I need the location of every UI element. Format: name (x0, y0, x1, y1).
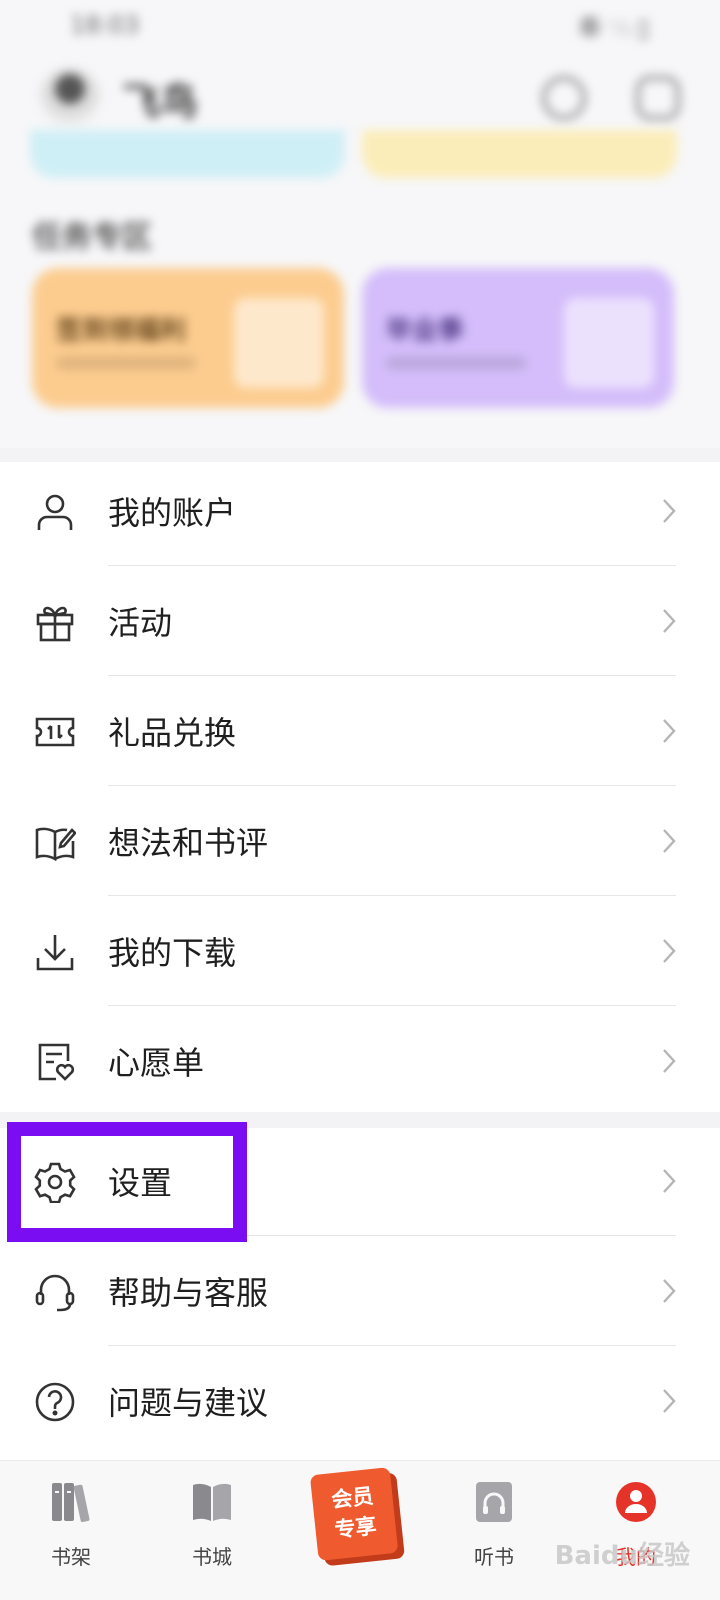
bookshelf-icon (52, 1483, 90, 1523)
nav-label: 书架 (51, 1545, 91, 1569)
menu-item-label: 我的下载 (108, 934, 237, 972)
banner-card-blue[interactable] (30, 130, 345, 178)
user-name[interactable]: 飞鸟 (122, 71, 198, 126)
profile-icon (616, 1482, 656, 1522)
avatar[interactable] (40, 68, 100, 128)
task-card-subtitle-bar (386, 357, 526, 369)
menu-item-label: 心愿单 (108, 1044, 205, 1082)
menu-item-my-account[interactable]: 我的账户 (0, 456, 720, 566)
download-icon (36, 935, 74, 971)
book-edit-icon (35, 827, 76, 862)
nav-profile[interactable]: 我的 (581, 1461, 691, 1600)
menu-item-label: 我的账户 (108, 494, 237, 532)
chevron-right-icon (663, 1279, 676, 1303)
task-card-illustration (564, 298, 654, 388)
bottom-nav: 书架 书城 会员 专享 听书 我的 Baidu经验 (0, 1460, 720, 1600)
chevron-right-icon (663, 499, 676, 523)
nav-label: 书城 (192, 1545, 232, 1569)
chevron-right-icon (663, 609, 676, 633)
profile-header: 飞鸟 (0, 58, 720, 138)
wishlist-icon (38, 1043, 75, 1081)
message-icon[interactable] (636, 76, 680, 120)
menu-item-my-downloads[interactable]: 我的下载 (0, 896, 720, 1006)
audiobook-icon (476, 1482, 512, 1522)
gift-icon (36, 606, 74, 642)
settings-highlight-box (7, 1122, 247, 1242)
question-icon (35, 1382, 75, 1422)
bookstore-icon (193, 1483, 231, 1521)
task-card-subtitle-bar (56, 357, 196, 369)
menu-item-label: 帮助与客服 (108, 1274, 269, 1312)
ticket-icon (35, 717, 75, 747)
nav-bookstore[interactable]: 书城 (157, 1461, 267, 1600)
chevron-right-icon (663, 939, 676, 963)
task-card-graduation[interactable]: 毕业季 (362, 268, 674, 408)
status-indicators: 奉 ∵ᵢ ▯ (577, 13, 650, 42)
task-card-checkin[interactable]: 签到领福利 (32, 268, 344, 408)
menu-item-wishlist[interactable]: 心愿单 (0, 1006, 720, 1116)
nav-label: 听书 (474, 1545, 514, 1569)
headset-icon (35, 1274, 75, 1312)
nav-bookshelf[interactable]: 书架 (16, 1461, 126, 1600)
menu-item-help-support[interactable]: 帮助与客服 (0, 1236, 720, 1346)
menu-item-label: 活动 (108, 604, 173, 642)
banner-card-yellow[interactable] (362, 130, 677, 178)
menu-group-main: 我的账户 活动 礼品兑换 想法和书评 我的下载 心愿单 (0, 456, 720, 1116)
chevron-right-icon (663, 829, 676, 853)
menu-item-feedback[interactable]: 问题与建议 (0, 1346, 720, 1456)
vip-exclusive-button[interactable]: 会员 专享 (301, 1456, 407, 1569)
chevron-right-icon (663, 1049, 676, 1073)
chevron-right-icon (663, 1169, 676, 1193)
menu-item-activity[interactable]: 活动 (0, 566, 720, 676)
user-icon (37, 494, 73, 530)
task-section-title: 任务专区 (32, 220, 152, 255)
task-card-illustration (234, 298, 324, 388)
status-bar: 18:03 奉 ∵ᵢ ▯ (0, 0, 720, 50)
menu-item-label: 问题与建议 (108, 1384, 269, 1422)
vip-badge: 会员 专享 (309, 1467, 399, 1561)
chevron-right-icon (663, 1389, 676, 1413)
menu-item-gift-redeem[interactable]: 礼品兑换 (0, 676, 720, 786)
top-area: 18:03 奉 ∵ᵢ ▯ 飞鸟 任务专区 签到领福利 毕业季 (0, 0, 720, 460)
menu-item-notes-reviews[interactable]: 想法和书评 (0, 786, 720, 896)
chevron-right-icon (663, 719, 676, 743)
search-icon[interactable] (542, 76, 586, 120)
menu-item-label: 想法和书评 (108, 824, 269, 862)
nav-audiobook[interactable]: 听书 (439, 1461, 549, 1600)
menu-item-label: 礼品兑换 (108, 714, 237, 752)
watermark: Baidu经验 (554, 1541, 690, 1571)
status-time: 18:03 (70, 11, 140, 39)
